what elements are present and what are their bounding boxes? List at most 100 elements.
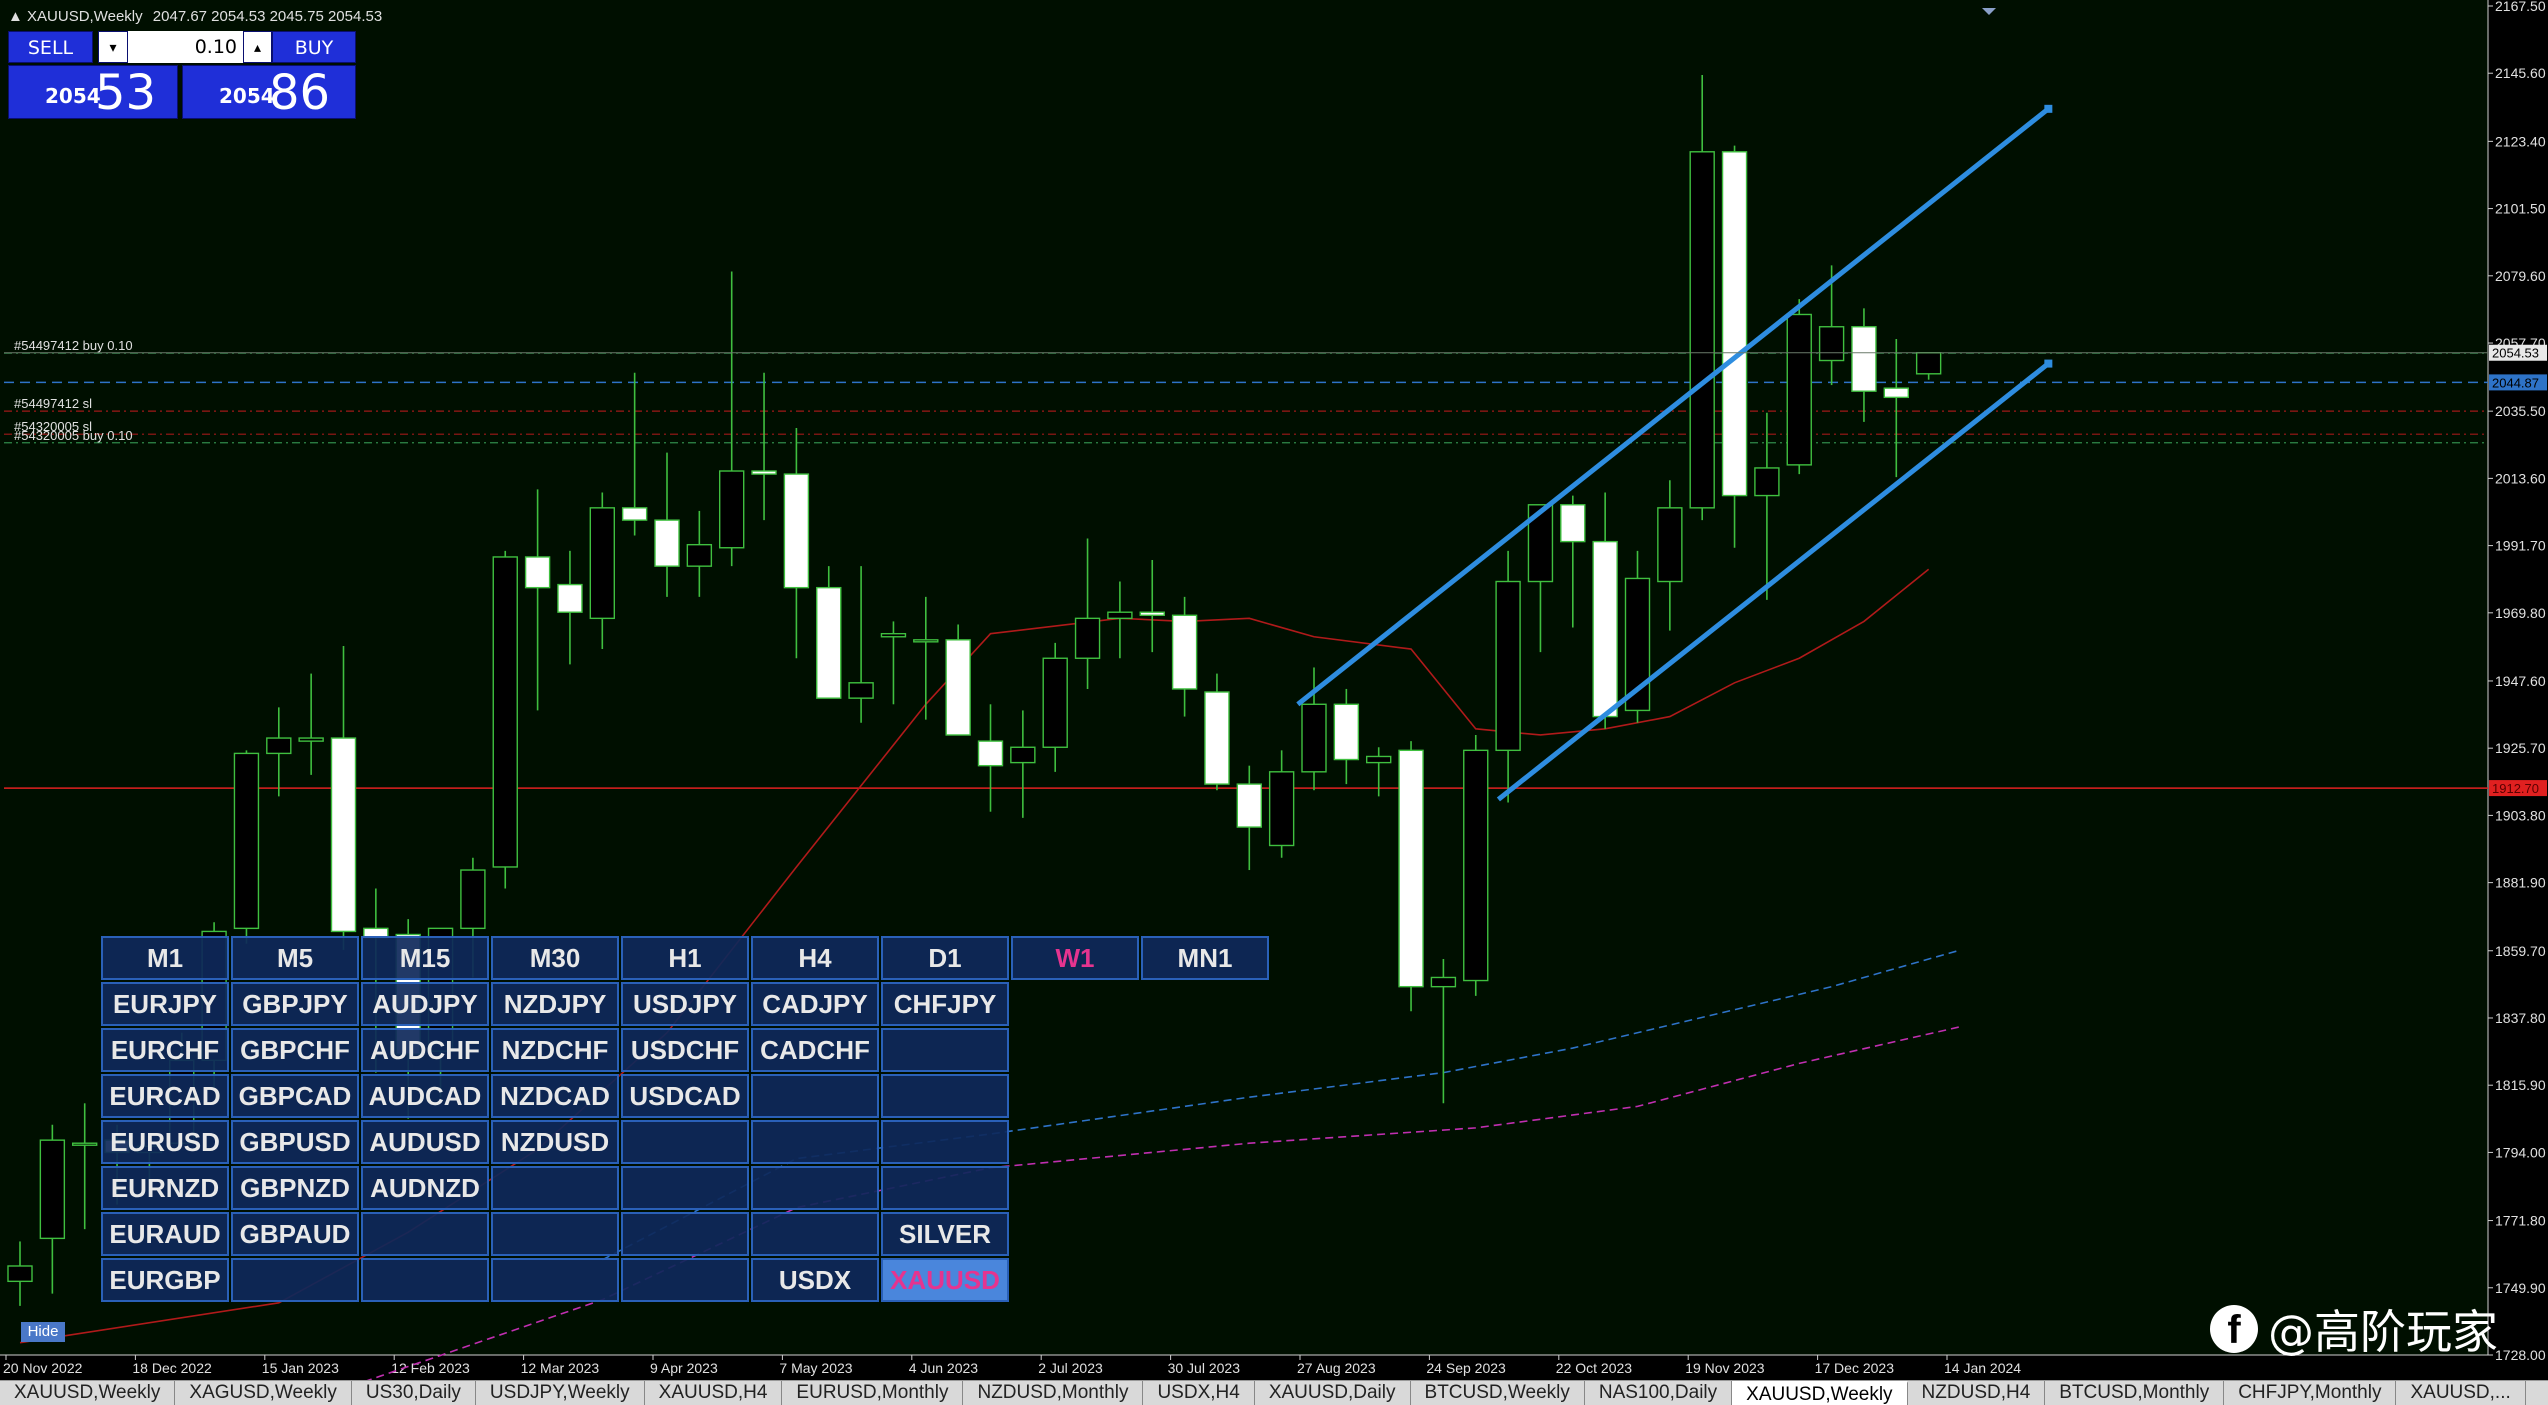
candle-body <box>1786 313 1812 466</box>
bid-price-box[interactable]: 2054 53 <box>8 65 178 120</box>
symbol-button-nzdusd[interactable]: NZDUSD <box>491 1120 619 1164</box>
symbol-button-eurnzd[interactable]: EURNZD <box>101 1166 229 1210</box>
lot-decrease-icon[interactable]: ▾ <box>98 31 128 63</box>
candle-body <box>1463 749 1489 982</box>
symbol-button-chfjpy[interactable]: CHFJPY <box>881 982 1009 1026</box>
symbol-button-audchf[interactable]: AUDCHF <box>361 1028 489 1072</box>
timeframe-button-m1[interactable]: M1 <box>101 936 229 980</box>
chart-title: ▲ XAUUSD,Weekly 2047.67 2054.53 2045.75 … <box>8 8 382 25</box>
chart-tab[interactable]: XAGUSD,Weekly <box>175 1381 352 1405</box>
symbol-button-eurjpy[interactable]: EURJPY <box>101 982 229 1026</box>
buy-button[interactable]: BUY <box>272 31 356 63</box>
symbol-button-cadjpy[interactable]: CADJPY <box>751 982 879 1026</box>
symbol-button-audjpy[interactable]: AUDJPY <box>361 982 489 1026</box>
timeframe-button-m5[interactable]: M5 <box>231 936 359 980</box>
symbol-button-eurcad[interactable]: EURCAD <box>101 1074 229 1118</box>
price-axis-label: 2013.60 <box>2495 470 2546 486</box>
candle-body <box>1495 580 1521 752</box>
symbol-button-eurusd[interactable]: EURUSD <box>101 1120 229 1164</box>
symbol-button-audusd[interactable]: AUDUSD <box>361 1120 489 1164</box>
timeframe-button-h4[interactable]: H4 <box>751 936 879 980</box>
symbol-slot-empty <box>361 1212 489 1256</box>
symbol-slot-empty <box>751 1212 879 1256</box>
chart-tab[interactable]: USDX,H4 <box>1143 1381 1255 1405</box>
symbol-button-euraud[interactable]: EURAUD <box>101 1212 229 1256</box>
symbol-button-nzdchf[interactable]: NZDCHF <box>491 1028 619 1072</box>
price-axis-label: 2145.60 <box>2495 65 2546 81</box>
symbol-button-gbpcad[interactable]: GBPCAD <box>231 1074 359 1118</box>
sell-button[interactable]: SELL <box>8 31 93 63</box>
symbol-button-usdchf[interactable]: USDCHF <box>621 1028 749 1072</box>
chart-tab[interactable]: NZDUSD,H4 <box>1908 1381 2046 1405</box>
symbol-button-nzdcad[interactable]: NZDCAD <box>491 1074 619 1118</box>
chart-tab[interactable]: XAUUSD,H4 <box>645 1381 783 1405</box>
lot-increase-icon[interactable]: ▴ <box>243 31 272 63</box>
symbol-button-usdx[interactable]: USDX <box>751 1258 879 1302</box>
symbol-button-gbpaud[interactable]: GBPAUD <box>231 1212 359 1256</box>
candle-body <box>492 556 518 868</box>
candle-body <box>1139 611 1165 616</box>
chart-tab[interactable]: USDJPY,Weekly <box>476 1381 645 1405</box>
chart-symbol-timeframe: XAUUSD,Weekly <box>27 8 143 25</box>
candle-body <box>1430 976 1457 988</box>
timeframe-button-w1[interactable]: W1 <box>1011 936 1139 980</box>
chart-collapse-icon[interactable]: ▲ <box>8 8 23 25</box>
time-axis-label: 24 Sep 2023 <box>1426 1360 1506 1376</box>
symbol-button-gbpchf[interactable]: GBPCHF <box>231 1028 359 1072</box>
chart-tab[interactable]: EURUSD,Monthly <box>782 1381 964 1405</box>
chart-tab[interactable]: US30,Daily <box>352 1381 476 1405</box>
symbol-button-audnzd[interactable]: AUDNZD <box>361 1166 489 1210</box>
bid-price-prefix: 2054 <box>45 84 101 108</box>
chart-tab[interactable]: XAUUSD,... <box>2396 1381 2526 1405</box>
symbol-button-audcad[interactable]: AUDCAD <box>361 1074 489 1118</box>
timeframe-button-mn1[interactable]: MN1 <box>1141 936 1269 980</box>
chart-ohlc: 2047.67 2054.53 2045.75 2054.53 <box>152 8 383 25</box>
price-axis-label: 1815.90 <box>2495 1077 2546 1093</box>
symbol-button-usdjpy[interactable]: USDJPY <box>621 982 749 1026</box>
chart-tab[interactable]: NAS100,Daily <box>1585 1381 1733 1405</box>
time-axis-label: 4 Jun 2023 <box>909 1360 978 1376</box>
symbol-button-eurgbp[interactable]: EURGBP <box>101 1258 229 1302</box>
candle-body <box>589 507 615 620</box>
symbol-button-gbpjpy[interactable]: GBPJPY <box>231 982 359 1026</box>
chart-tab[interactable]: BTCUSD,Weekly <box>1411 1381 1585 1405</box>
trendline-anchor-handle[interactable] <box>2044 359 2053 368</box>
symbol-button-eurchf[interactable]: EURCHF <box>101 1028 229 1072</box>
timeframe-button-d1[interactable]: D1 <box>881 936 1009 980</box>
symbol-button-cadchf[interactable]: CADCHF <box>751 1028 879 1072</box>
price-axis-label: 1881.90 <box>2495 875 2546 891</box>
symbol-slot-empty <box>621 1166 749 1210</box>
timeframe-button-m30[interactable]: M30 <box>491 936 619 980</box>
hide-switcher-button[interactable]: Hide <box>21 1322 65 1342</box>
candle-body <box>1398 749 1424 988</box>
chart-tab[interactable]: XAUUSD,Daily <box>1255 1381 1411 1405</box>
order-line-label: #54320005 buy 0.10 <box>14 428 133 443</box>
symbol-button-nzdjpy[interactable]: NZDJPY <box>491 982 619 1026</box>
price-axis-label: 2167.50 <box>2495 0 2546 14</box>
timeframe-button-h1[interactable]: H1 <box>621 936 749 980</box>
trendline-anchor-handle[interactable] <box>2044 104 2053 113</box>
price-axis-label: 2101.50 <box>2495 201 2546 217</box>
candle-body <box>1592 540 1618 718</box>
chart-tab[interactable]: XAUUSD,Weekly <box>1732 1381 1908 1405</box>
current-price-label: 2054.53 <box>2492 346 2539 361</box>
symbol-button-gbpusd[interactable]: GBPUSD <box>231 1120 359 1164</box>
ask-price-box[interactable]: 2054 86 <box>182 65 356 120</box>
timeframe-button-m15[interactable]: M15 <box>361 936 489 980</box>
candle-body <box>1010 746 1036 764</box>
price-axis-label: 1749.90 <box>2495 1280 2546 1296</box>
time-axis-label: 14 Jan 2024 <box>1944 1360 2021 1376</box>
symbol-button-gbpnzd[interactable]: GBPNZD <box>231 1166 359 1210</box>
chart-tab[interactable]: NZDUSD,Monthly <box>963 1381 1144 1405</box>
symbol-button-silver[interactable]: SILVER <box>881 1212 1009 1256</box>
chart-tab[interactable]: BTCUSD,Monthly <box>2045 1381 2225 1405</box>
symbol-button-usdcad[interactable]: USDCAD <box>621 1074 749 1118</box>
chart-tab[interactable]: XAUUSD,Weekly <box>0 1381 176 1405</box>
chart-tab[interactable]: CHFJPY,Monthly <box>2224 1381 2397 1405</box>
time-axis-label: 12 Mar 2023 <box>521 1360 600 1376</box>
watermark: f @高阶玩家 <box>2210 1296 2498 1362</box>
symbol-button-xauusd[interactable]: XAUUSD <box>881 1258 1009 1302</box>
lot-size-input[interactable]: 0.10 <box>128 31 243 63</box>
symbol-slot-empty <box>491 1212 619 1256</box>
candle-body <box>233 752 260 930</box>
